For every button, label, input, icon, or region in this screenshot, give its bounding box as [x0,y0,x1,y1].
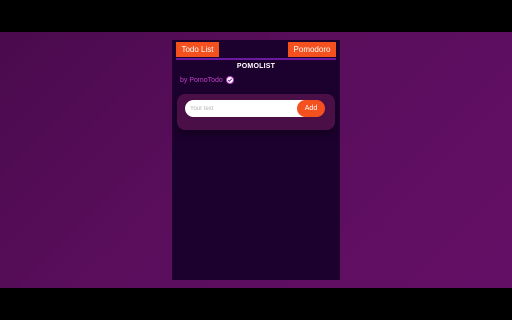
app-panel: Todo List Pomodoro POMOLIST by PomoTodo … [172,40,340,280]
byline-text: by PomoTodo [180,76,223,84]
new-task-card: Add [177,94,335,130]
pomodoro-button[interactable]: Pomodoro [288,42,336,57]
add-button[interactable]: Add [297,100,325,117]
todo-list-button[interactable]: Todo List [176,42,219,57]
pomotodo-logo-icon [225,76,234,84]
byline[interactable]: by PomoTodo [180,76,234,84]
header-divider [176,58,336,60]
page-title: POMOLIST [236,63,276,70]
app-viewport: Todo List Pomodoro POMOLIST by PomoTodo … [0,32,512,288]
